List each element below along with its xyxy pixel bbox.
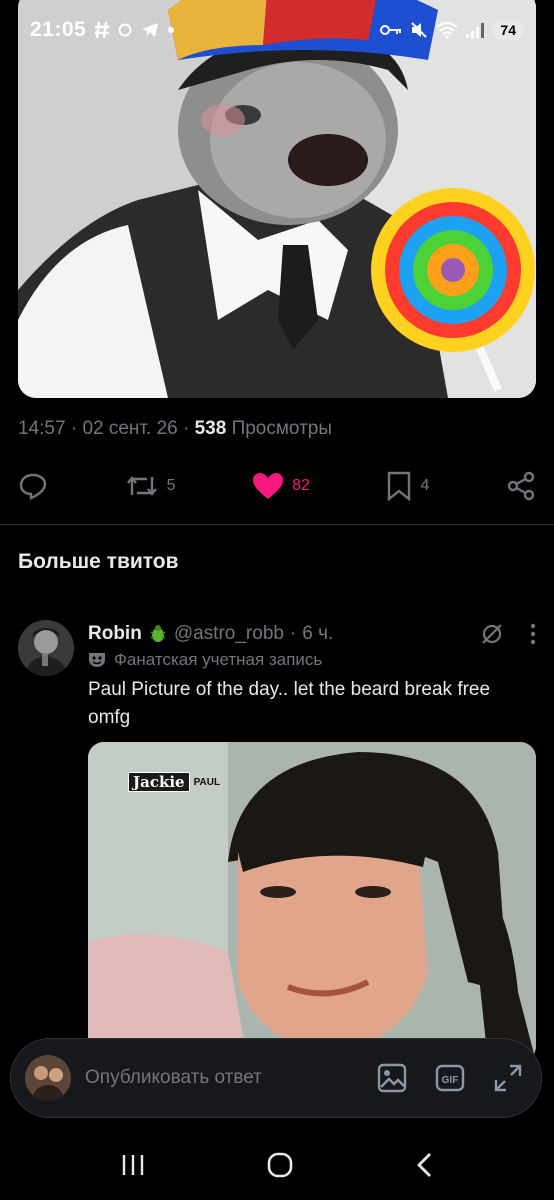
tweet-header: Robin @astro_robb · 6 ч.	[88, 620, 536, 648]
tweet-time-ago: 6 ч.	[302, 623, 334, 644]
gif-icon[interactable]: GIF	[435, 1063, 465, 1093]
bookmark-count: 4	[420, 477, 430, 494]
like-button[interactable]: 82	[252, 472, 310, 500]
tweet-detail-screen: 21:05 74 14:57 · 02 сент. 26 · 538 Просм…	[0, 0, 554, 1200]
tweet-meta: 14:57 · 02 сент. 26 · 538 Просмотры	[18, 418, 333, 439]
reply-composer: GIF	[10, 1038, 542, 1118]
recent-apps-icon[interactable]	[120, 1152, 146, 1178]
section-title: Больше твитов	[18, 550, 179, 573]
author-handle[interactable]: @astro_robb	[174, 623, 284, 645]
divider	[0, 524, 554, 525]
dot-indicator-icon	[168, 27, 175, 33]
like-count: 82	[292, 477, 310, 494]
tweet-photo-attachment[interactable]: Jackie PAUL	[88, 742, 536, 1062]
circle-notification-icon	[118, 23, 132, 37]
expand-icon[interactable]	[493, 1063, 523, 1093]
telegram-icon	[141, 22, 159, 38]
image-upload-icon[interactable]	[377, 1063, 407, 1093]
fan-account-label: Фанатская учетная запись	[114, 650, 323, 669]
heart-filled-icon	[252, 472, 284, 500]
svg-text:GIF: GIF	[442, 1075, 459, 1086]
theater-masks-icon	[88, 652, 106, 668]
author-name[interactable]: Robin	[88, 623, 142, 645]
key-icon	[380, 24, 402, 36]
reply-input[interactable]	[85, 1067, 377, 1089]
more-options-icon[interactable]	[530, 623, 536, 645]
wifi-icon	[436, 21, 459, 39]
grok-icon[interactable]	[480, 622, 504, 646]
views-label: Просмотры	[231, 418, 333, 439]
bookmark-icon	[386, 471, 412, 501]
status-time: 21:05	[30, 18, 87, 41]
home-icon[interactable]	[266, 1151, 294, 1179]
mute-icon	[410, 21, 428, 39]
share-button[interactable]	[506, 471, 536, 501]
bug-emoji-icon	[148, 624, 168, 644]
magazine-logo-sub: PAUL	[193, 776, 221, 788]
bookmark-button[interactable]: 4	[386, 471, 429, 501]
tweet-actions: 5 82 4	[18, 466, 536, 506]
retweet-button[interactable]: 5	[125, 473, 176, 499]
views-count: 538	[194, 418, 227, 439]
retweet-icon	[125, 473, 159, 499]
retweet-count: 5	[166, 477, 176, 494]
tweet-text: Paul Picture of the day.. let the beard …	[88, 679, 491, 728]
tweet-date: 02 сент. 26	[82, 418, 178, 439]
reply-button[interactable]	[18, 472, 48, 500]
magazine-logo: Jackie PAUL	[128, 772, 220, 792]
magazine-logo-text: Jackie	[128, 772, 190, 792]
author-avatar[interactable]	[18, 620, 74, 676]
reply-icon	[18, 472, 48, 500]
back-icon[interactable]	[414, 1151, 434, 1179]
user-avatar	[25, 1055, 71, 1101]
tweet-time: 14:57	[18, 418, 66, 439]
share-icon	[506, 471, 536, 501]
signal-icon	[466, 22, 485, 38]
status-bar: 21:05 74	[0, 0, 554, 60]
battery-level: 74	[492, 20, 524, 40]
fan-account-badge: Фанатская учетная запись	[88, 650, 322, 670]
hashtag-notification-icon	[95, 21, 110, 39]
system-nav-bar	[0, 1130, 554, 1200]
